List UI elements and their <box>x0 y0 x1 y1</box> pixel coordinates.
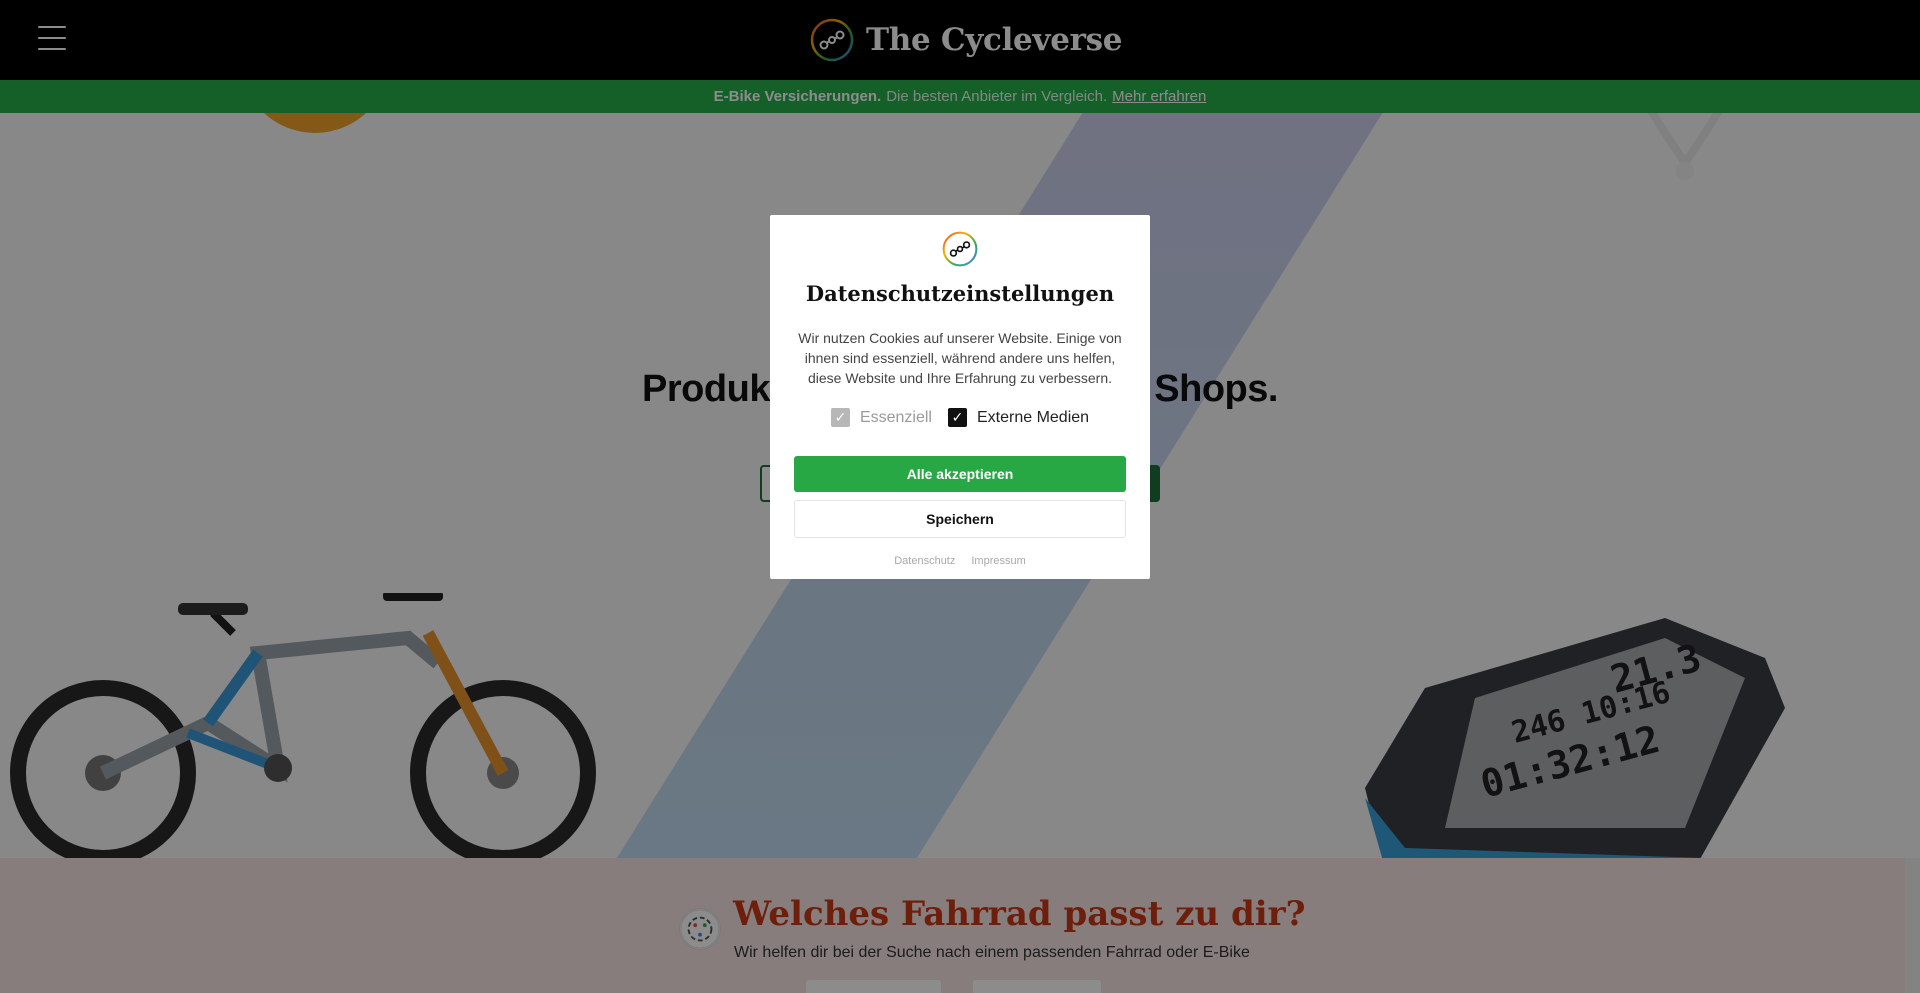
imprint-link[interactable]: Impressum <box>971 555 1025 567</box>
consent-label-essential: Essenziell <box>859 408 932 426</box>
consent-option-external-media[interactable]: ✓ Externe Medien <box>947 408 1089 427</box>
dialog-body-text: Wir nutzen Cookies auf unserer Website. … <box>798 330 1122 386</box>
consent-options: ✓ Essenziell ✓ Externe Medien <box>770 408 1150 427</box>
checkbox-essential: ✓ <box>830 408 850 427</box>
dialog-title: Datenschutzeinstellungen <box>805 281 1115 306</box>
save-button[interactable]: Speichern <box>794 500 1126 538</box>
checkbox-external-media[interactable]: ✓ <box>947 408 967 427</box>
dialog-footer-links: Datenschutz Impressum <box>770 555 1150 567</box>
privacy-link[interactable]: Datenschutz <box>894 555 955 567</box>
cookie-consent-dialog: Datenschutzeinstellungen Wir nutzen Cook… <box>770 215 1150 579</box>
consent-label-external-media[interactable]: Externe Medien <box>977 409 1089 427</box>
consent-option-essential: ✓ Essenziell <box>830 408 932 427</box>
chain-logo-icon <box>942 231 978 267</box>
accept-all-button[interactable]: Alle akzeptieren <box>794 456 1126 492</box>
